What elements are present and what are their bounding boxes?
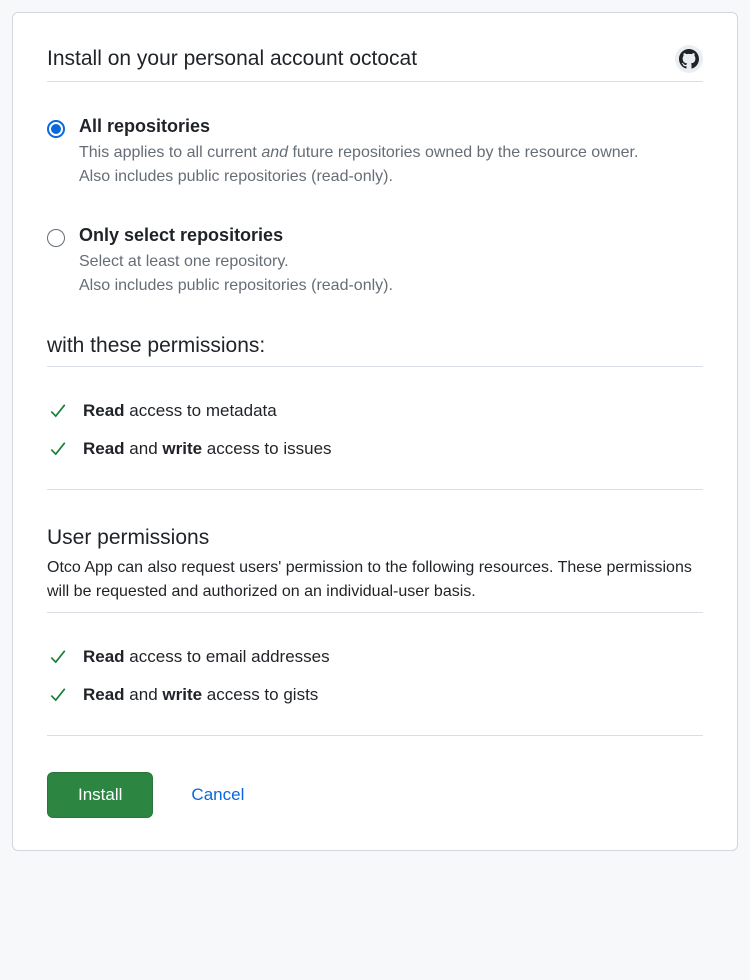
check-icon	[49, 440, 67, 458]
check-icon	[49, 686, 67, 704]
radio-description: This applies to all current and future r…	[79, 141, 703, 189]
page-title: Install on your personal account octocat	[47, 47, 417, 71]
radio-select-repositories[interactable]: Only select repositories Select at least…	[47, 225, 703, 298]
permission-text: Read access to metadata	[83, 401, 277, 421]
radio-label: Only select repositories	[79, 225, 703, 246]
install-button[interactable]: Install	[47, 772, 153, 818]
octocat-icon	[679, 49, 699, 69]
cancel-link[interactable]: Cancel	[191, 785, 244, 805]
radio-unselected-icon	[47, 229, 65, 247]
divider	[47, 366, 703, 367]
install-card: Install on your personal account octocat…	[12, 12, 738, 851]
divider	[47, 81, 703, 82]
check-icon	[49, 402, 67, 420]
divider	[47, 735, 703, 736]
permissions-heading: with these permissions:	[47, 334, 703, 358]
user-permissions-heading: User permissions	[47, 526, 703, 550]
radio-content: Only select repositories Select at least…	[79, 225, 703, 298]
check-icon	[49, 648, 67, 666]
radio-selected-icon	[47, 120, 65, 138]
radio-content: All repositories This applies to all cur…	[79, 116, 703, 189]
avatar	[675, 45, 703, 73]
radio-description: Select at least one repository. Also inc…	[79, 250, 703, 298]
user-permission-item: Read and write access to gists	[47, 685, 703, 705]
divider	[47, 612, 703, 613]
divider	[47, 489, 703, 490]
radio-all-repositories[interactable]: All repositories This applies to all cur…	[47, 116, 703, 189]
permission-text: Read and write access to gists	[83, 685, 318, 705]
user-permission-item: Read access to email addresses	[47, 647, 703, 667]
header: Install on your personal account octocat	[47, 45, 703, 73]
permission-text: Read and write access to issues	[83, 439, 332, 459]
radio-label: All repositories	[79, 116, 703, 137]
permission-text: Read access to email addresses	[83, 647, 330, 667]
user-permissions-description: Otco App can also request users' permiss…	[47, 556, 703, 604]
permission-item: Read access to metadata	[47, 401, 703, 421]
actions-row: Install Cancel	[47, 772, 703, 818]
permission-item: Read and write access to issues	[47, 439, 703, 459]
